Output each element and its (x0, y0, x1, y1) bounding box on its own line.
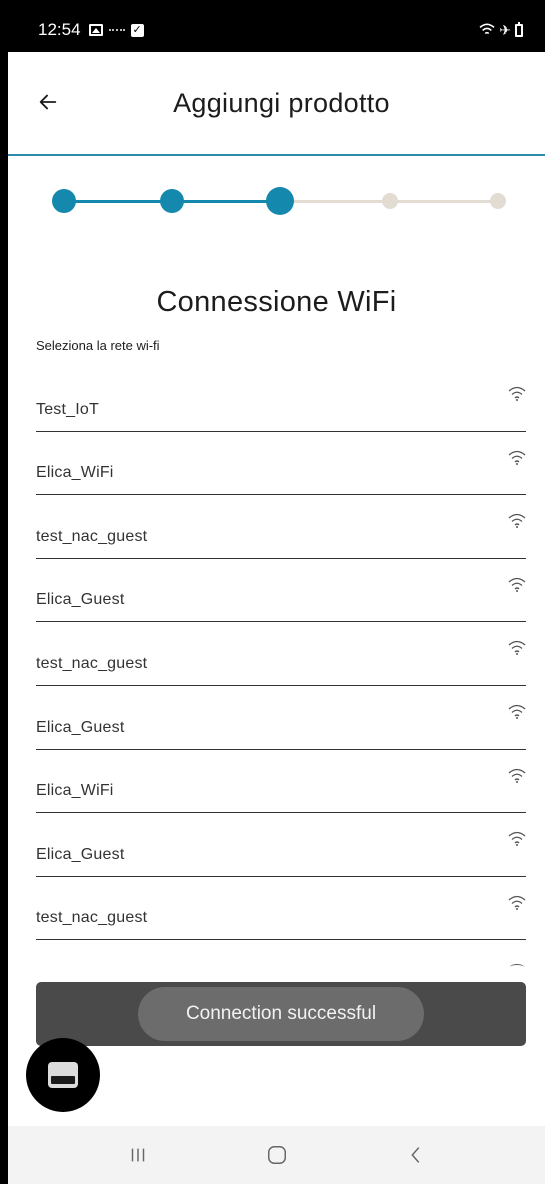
network-item[interactable]: Elica_Guest (36, 686, 526, 750)
network-name: Test_IoT (36, 400, 99, 418)
phone-screen: 12:54 ✓ ✈ Aggiungi prodotto Connessione … (8, 8, 545, 1184)
wifi-icon (508, 386, 526, 401)
network-item[interactable]: Elica_Guest (36, 813, 526, 877)
back-icon (410, 1147, 419, 1163)
network-name: Elica_WiFi (36, 782, 114, 800)
recent-apps-icon (131, 1148, 144, 1162)
step-4 (382, 193, 398, 209)
appliance-icon (48, 1062, 78, 1088)
wifi-icon (508, 514, 526, 529)
network-list: Test_IoT Elica_WiFi test_nac_guest Elica… (36, 368, 526, 968)
wifi-icon (510, 964, 524, 968)
network-item[interactable]: Test_IoT (36, 368, 526, 432)
app-bar: Aggiungi prodotto (8, 52, 545, 156)
network-item-partial[interactable] (36, 940, 526, 968)
notification-dots-icon (108, 29, 125, 32)
network-item[interactable]: test_nac_guest (36, 495, 526, 559)
home-icon (267, 1146, 286, 1164)
wifi-icon (508, 895, 526, 910)
status-bar: 12:54 ✓ ✈ (8, 8, 545, 52)
step-3 (266, 187, 294, 215)
status-time: 12:54 (38, 20, 81, 39)
section-title: Connessione WiFi (156, 286, 397, 318)
network-name: test_nac_guest (36, 909, 148, 927)
step-2 (160, 189, 184, 213)
network-name: Elica_WiFi (36, 464, 114, 482)
wifi-icon (508, 450, 526, 465)
network-name: Elica_Guest (36, 591, 125, 609)
network-name: test_nac_guest (36, 654, 148, 672)
system-nav-bar (8, 1126, 545, 1184)
step-5 (490, 193, 506, 209)
nav-back-button[interactable] (386, 1135, 446, 1175)
checkbox-icon: ✓ (130, 23, 144, 37)
step-1 (52, 189, 76, 213)
airplane-icon: ✈ (499, 21, 511, 38)
wifi-icon (508, 641, 526, 656)
wifi-icon (479, 23, 495, 35)
network-item[interactable]: Elica_Guest (36, 559, 526, 623)
toast-message: Connection successful (138, 987, 424, 1041)
network-name: Elica_Guest (36, 718, 125, 736)
status-icons-left: ✓ (88, 23, 144, 37)
home-button[interactable] (247, 1135, 307, 1175)
progress-stepper (48, 184, 508, 218)
section-subtitle: Seleziona la rete wi-fi (36, 338, 160, 353)
image-icon (88, 24, 103, 36)
network-name: test_nac_guest (36, 527, 148, 545)
wifi-icon (508, 832, 526, 847)
wifi-icon (508, 768, 526, 783)
recent-apps-button[interactable] (108, 1135, 168, 1175)
network-item[interactable]: test_nac_guest (36, 622, 526, 686)
network-name: Elica_Guest (36, 845, 125, 863)
network-item[interactable]: Elica_WiFi (36, 750, 526, 814)
appliance-fab[interactable] (26, 1038, 100, 1112)
network-item[interactable]: Elica_WiFi (36, 432, 526, 496)
network-item[interactable]: test_nac_guest (36, 877, 526, 941)
wifi-icon (508, 704, 526, 719)
wifi-icon (508, 577, 526, 592)
status-icons-right: ✈ (479, 21, 523, 39)
battery-icon (515, 21, 523, 37)
page-title: Aggiungi prodotto (173, 88, 390, 118)
